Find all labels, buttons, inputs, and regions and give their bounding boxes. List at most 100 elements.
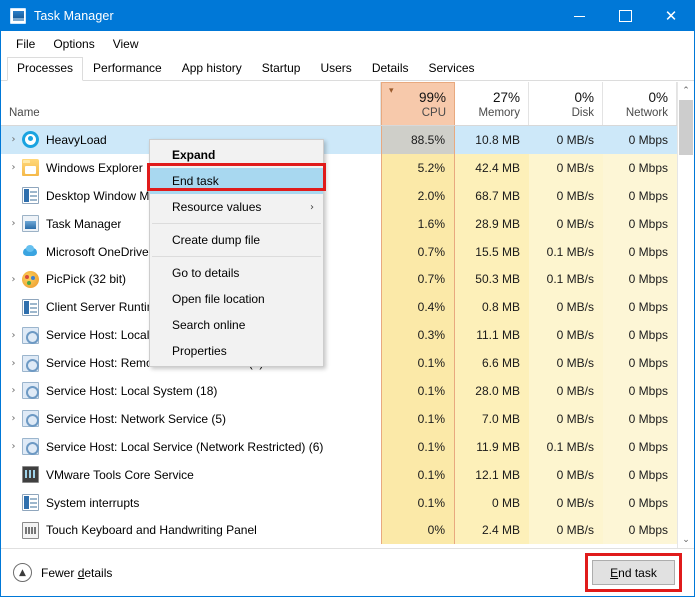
disk-cell: 0 MB/s	[529, 377, 603, 405]
process-name-cell: ›Service Host: Local Service (Network Re…	[1, 433, 381, 461]
disk-cell: 0 MB/s	[529, 182, 603, 210]
process-name-cell: Touch Keyboard and Handwriting Panel	[1, 516, 381, 544]
column-header-disk[interactable]: 0% Disk	[529, 82, 603, 125]
process-name-cell: System interrupts	[1, 489, 381, 517]
heavyload-icon	[22, 131, 39, 148]
table-row[interactable]: ›Windows Explorer5.2%42.4 MB0 MB/s0 Mbps	[1, 154, 694, 182]
menu-options[interactable]: Options	[44, 34, 103, 54]
table-row[interactable]: › Service Host: Network Service (5) 0.1%7.…	[1, 405, 694, 433]
network-cell: 0 Mbps	[603, 154, 677, 182]
context-menu-item[interactable]: End task	[150, 168, 323, 194]
context-menu-item[interactable]: Search online	[150, 312, 323, 338]
tab-details[interactable]: Details	[362, 57, 419, 81]
expand-chevron-icon[interactable]: ›	[5, 441, 22, 452]
network-cell: 0 Mbps	[603, 238, 677, 266]
process-name-cell: › Service Host: Network Service (5)	[1, 405, 381, 433]
memory-cell: 0 MB	[455, 489, 529, 517]
table-row[interactable]: Client Server Runtime Process0.4%0.8 MB0…	[1, 293, 694, 321]
memory-cell: 12.1 MB	[455, 461, 529, 489]
memory-cell: 0.8 MB	[455, 293, 529, 321]
column-header-memory[interactable]: 27% Memory	[455, 82, 529, 125]
table-row[interactable]: ›HeavyLoad88.5%10.8 MB0 MB/s0 Mbps	[1, 126, 694, 154]
expand-chevron-icon[interactable]: ›	[5, 330, 22, 341]
expand-chevron-icon[interactable]: ›	[5, 274, 22, 285]
task-manager-window: Task Manager ✕ File Options View Process…	[0, 0, 695, 597]
network-cell: 0 Mbps	[603, 182, 677, 210]
expand-chevron-icon[interactable]: ›	[5, 358, 22, 369]
expand-chevron-icon[interactable]: ›	[5, 162, 22, 173]
table-row[interactable]: ›Service Host: Local System (18)0.1%28.0…	[1, 377, 694, 405]
column-header-network-value: 0%	[648, 90, 668, 106]
table-row[interactable]: Microsoft OneDrive0.7%15.5 MB0.1 MB/s0 M…	[1, 238, 694, 266]
process-name-label: Service Host: Network Service (5)	[46, 412, 226, 426]
table-row[interactable]: VMware Tools Core Service0.1%12.1 MB0 MB…	[1, 461, 694, 489]
context-menu-item[interactable]: Open file location	[150, 286, 323, 312]
gear-icon	[22, 355, 39, 372]
table-row[interactable]: ›Service Host: Remote Procedure Call (2)…	[1, 349, 694, 377]
column-header-cpu[interactable]: ▾ 99% CPU	[381, 82, 455, 125]
table-row[interactable]: System interrupts0.1%0 MB0 MB/s0 Mbps	[1, 489, 694, 517]
context-menu-item[interactable]: Go to details	[150, 260, 323, 286]
memory-cell: 50.3 MB	[455, 265, 529, 293]
context-menu-item[interactable]: Properties	[150, 338, 323, 364]
menu-file[interactable]: File	[7, 34, 44, 54]
expand-chevron-icon[interactable]: ›	[5, 413, 22, 424]
tab-performance[interactable]: Performance	[83, 57, 172, 81]
table-row[interactable]: ›Service Host: Local Service (No Network…	[1, 321, 694, 349]
expand-chevron-icon[interactable]: ›	[5, 218, 22, 229]
gear-icon	[22, 438, 39, 455]
table-row[interactable]: ›PicPick (32 bit)0.7%50.3 MB0.1 MB/s0 Mb…	[1, 265, 694, 293]
task-manager-icon	[22, 215, 39, 232]
maximize-icon[interactable]	[602, 1, 648, 31]
process-name-label: Touch Keyboard and Handwriting Panel	[46, 523, 257, 537]
context-menu-item[interactable]: Resource values›	[150, 194, 323, 220]
table-row[interactable]: Touch Keyboard and Handwriting Panel0%2.…	[1, 516, 694, 544]
close-icon[interactable]: ✕	[648, 1, 694, 31]
cpu-cell: 0.1%	[381, 377, 455, 405]
fewer-details-button[interactable]: ▲ Fewer details	[13, 563, 112, 582]
context-menu-item-label: Properties	[172, 344, 227, 358]
scrollbar-thumb[interactable]	[679, 100, 693, 155]
memory-cell: 28.0 MB	[455, 377, 529, 405]
minimize-icon[interactable]	[556, 1, 602, 31]
table-row[interactable]: Desktop Window Manager2.0%68.7 MB0 MB/s0…	[1, 182, 694, 210]
column-header-network[interactable]: 0% Network	[603, 82, 677, 125]
menu-view[interactable]: View	[104, 34, 148, 54]
column-header-cpu-label: CPU	[422, 106, 446, 121]
tab-startup[interactable]: Startup	[252, 57, 311, 81]
expand-chevron-icon[interactable]: ›	[5, 385, 22, 396]
process-name-cell: VMware Tools Core Service	[1, 461, 381, 489]
disk-cell: 0 MB/s	[529, 321, 603, 349]
tab-strip: Processes Performance App history Startu…	[1, 57, 694, 81]
cpu-cell: 0.1%	[381, 405, 455, 433]
scroll-down-icon[interactable]: ⌄	[678, 531, 694, 548]
process-name-cell: ›Service Host: Local System (18)	[1, 377, 381, 405]
column-header-name[interactable]: Name	[1, 82, 381, 125]
scroll-up-icon[interactable]: ⌃	[678, 82, 694, 99]
memory-cell: 11.1 MB	[455, 321, 529, 349]
column-header-disk-value: 0%	[574, 90, 594, 106]
network-cell: 0 Mbps	[603, 321, 677, 349]
expand-chevron-icon[interactable]: ›	[5, 134, 22, 145]
table-row[interactable]: ›Service Host: Local Service (Network Re…	[1, 433, 694, 461]
disk-cell: 0 MB/s	[529, 210, 603, 238]
memory-cell: 7.0 MB	[455, 405, 529, 433]
cpu-cell: 0.4%	[381, 293, 455, 321]
tab-services[interactable]: Services	[419, 57, 485, 81]
gear-icon	[22, 327, 39, 344]
context-menu-item[interactable]: Create dump file	[150, 227, 323, 253]
tab-users[interactable]: Users	[310, 57, 361, 81]
process-name-label: VMware Tools Core Service	[46, 468, 194, 482]
process-name-label: Task Manager	[46, 217, 121, 231]
tab-app-history[interactable]: App history	[172, 57, 252, 81]
context-menu-item[interactable]: Expand	[150, 142, 323, 168]
process-name-label: PicPick (32 bit)	[46, 272, 126, 286]
end-task-button[interactable]: End task	[592, 560, 675, 585]
disk-cell: 0.1 MB/s	[529, 238, 603, 266]
context-menu-item-label: Go to details	[172, 266, 239, 280]
disk-cell: 0 MB/s	[529, 461, 603, 489]
tab-processes[interactable]: Processes	[7, 57, 83, 81]
vertical-scrollbar[interactable]: ⌃ ⌄	[677, 82, 694, 548]
chevron-up-icon: ▲	[13, 563, 32, 582]
table-row[interactable]: ›Task Manager1.6%28.9 MB0 MB/s0 Mbps	[1, 210, 694, 238]
